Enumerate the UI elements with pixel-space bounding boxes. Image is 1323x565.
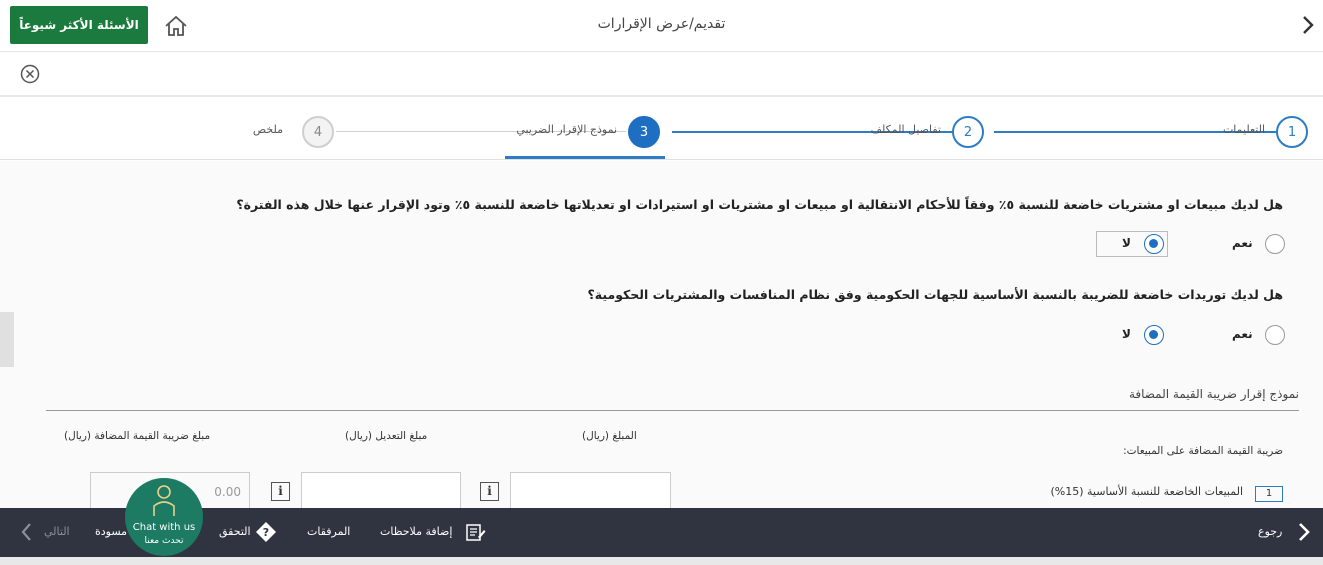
attachments-button[interactable]: المرفقات [307,525,350,538]
step-4-circle[interactable]: 4 [302,116,334,148]
question-1-no-radio[interactable] [1144,234,1164,254]
adjustment-input[interactable] [301,472,461,510]
sub-header [0,52,1323,97]
back-button[interactable]: رجوع [1258,525,1282,538]
chat-label-en: Chat with us [132,522,196,533]
chevron-right-icon[interactable] [1296,522,1312,542]
svg-text:?: ? [263,526,269,539]
active-step-underline [505,156,665,159]
step-1-label: التعليمات [1222,123,1265,136]
scroll-handle[interactable] [0,312,14,367]
chevron-left-icon[interactable] [20,522,34,542]
add-notes-button[interactable]: إضافة ملاحظات [380,525,452,538]
step-2-circle[interactable]: 2 [952,116,984,148]
section-divider [46,410,1299,411]
chat-agent-icon [153,485,175,516]
step-1-circle[interactable]: 1 [1276,116,1308,148]
column-header-vat-amount: مبلغ ضريبة القيمة المضافة (ريال) [64,430,211,442]
chevron-right-icon[interactable] [1299,14,1317,36]
page-title: تقديم/عرض الإقرارات [597,16,726,32]
column-header-amount: المبلغ (ريال) [582,430,637,442]
question-2-no-radio[interactable] [1144,325,1164,345]
question-1-yes-radio[interactable] [1265,234,1285,254]
draft-button[interactable]: مسودة [95,525,127,538]
verify-button[interactable]: التحقق [219,525,251,538]
bottom-strip [0,557,1323,565]
step-3-circle[interactable]: 3 [628,116,660,148]
progress-stepper: 1 التعليمات 2 تفاصيل المكلف 3 نموذج الإق… [0,98,1323,160]
close-circle-icon[interactable] [20,64,40,84]
info-icon[interactable]: i [480,482,499,501]
step-2-label: تفاصيل المكلف [870,123,941,136]
top-header: الأسئلة الأكثر شيوعاً تقديم/عرض الإقرارا… [0,0,1323,52]
question-2-yes-label: نعم [1232,327,1253,341]
add-notes-icon[interactable] [464,521,486,543]
question-2-no-label: لا [1122,327,1131,341]
step-3-label: نموذج الإقرار الضريبي [516,123,617,136]
sales-vat-heading: ضريبة القيمة المضافة على المبيعات: [1123,445,1283,457]
chat-with-us-button[interactable]: Chat with us تحدث معنا [125,478,203,556]
row-label-standard-sales: المبيعات الخاضعة للنسبة الأساسية (15%) [1050,485,1243,498]
question-1-no-label: لا [1122,236,1131,250]
chat-label-ar: تحدث معنا [144,536,184,546]
form-section-title: نموذج إقرار ضريبة القيمة المضافة [1128,387,1299,401]
question-1-text: هل لديك مبيعات او مشتريات خاضعة للنسبة ٥… [236,197,1283,212]
question-2-yes-radio[interactable] [1265,325,1285,345]
info-icon[interactable]: i [271,482,290,501]
next-button[interactable]: التالي [44,525,70,538]
help-verify-icon[interactable]: ? [255,521,277,543]
row-number-badge: 1 [1255,486,1283,502]
question-1-yes-label: نعم [1232,236,1253,250]
column-header-adjustment: مبلغ التعديل (ريال) [345,430,428,442]
step-4-label: ملخص [252,123,283,136]
amount-input[interactable] [510,472,671,510]
question-2-text: هل لديك توريدات خاضعة للضريبة بالنسبة ال… [587,287,1283,302]
